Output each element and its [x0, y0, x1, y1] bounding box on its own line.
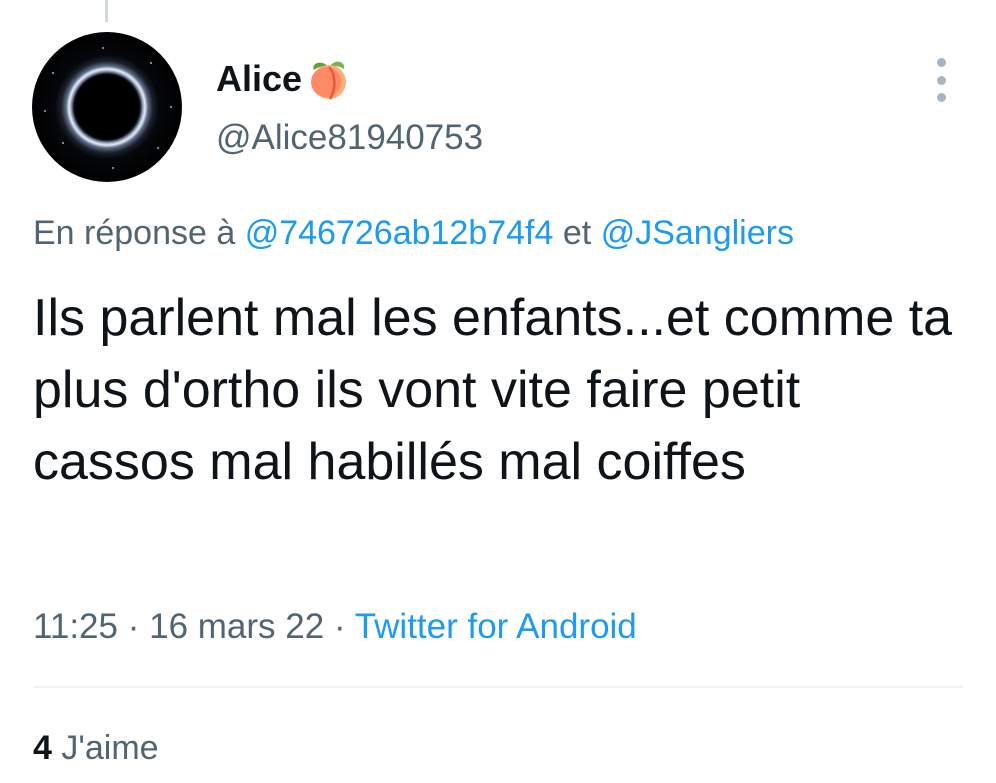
reply-mention-link[interactable]: @JSangliers: [601, 214, 794, 252]
likes-count: 4: [33, 729, 52, 767]
avatar[interactable]: [32, 32, 182, 182]
tweet-text: Ils parlent mal les enfants...et comme t…: [33, 289, 953, 491]
author-name-row[interactable]: Alice: [216, 55, 352, 103]
reply-context: En réponse à @746726ab12b74f4 et @JSangl…: [33, 214, 794, 253]
thread-connector-line: [105, 0, 108, 22]
meta-separator: ·: [333, 607, 346, 646]
likes-label: J'aime: [61, 729, 159, 767]
reply-prefix: En réponse à: [33, 214, 236, 252]
reply-conjunction: et: [562, 214, 592, 252]
peach-icon: [306, 56, 352, 102]
divider: [33, 686, 963, 688]
more-options-icon[interactable]: [926, 58, 956, 102]
tweet-time[interactable]: 11:25: [33, 607, 118, 646]
meta-separator: ·: [127, 607, 140, 646]
author-handle[interactable]: @Alice81940753: [216, 118, 483, 158]
reply-mention-link[interactable]: @746726ab12b74f4: [245, 214, 554, 252]
likes-stat[interactable]: 4 J'aime: [33, 729, 159, 768]
author-display-name[interactable]: Alice: [216, 58, 302, 100]
tweet-date[interactable]: 16 mars 22: [149, 607, 324, 646]
tweet-metadata: 11:25 · 16 mars 22 · Twitter for Android: [33, 607, 637, 647]
tweet-source-link[interactable]: Twitter for Android: [355, 607, 637, 646]
